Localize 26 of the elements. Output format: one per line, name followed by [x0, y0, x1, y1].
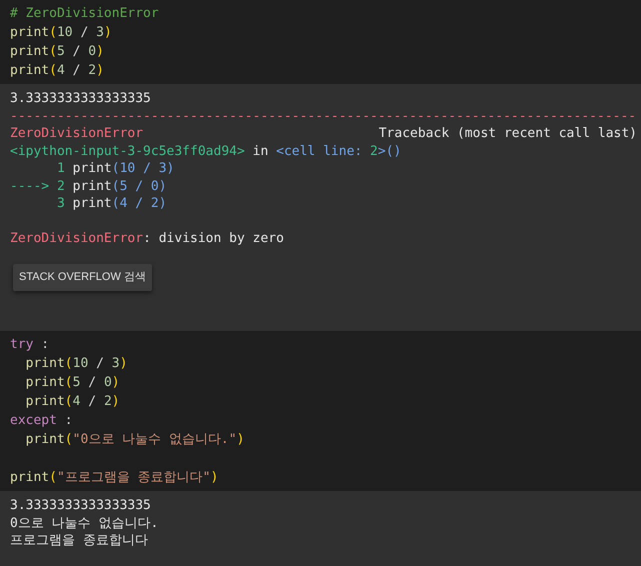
output-line: 3 print(4 / 2)	[56, 195, 167, 212]
code-cell[interactable]: try : print(10 / 3) print(5 / 0) print(4 / 2) except : print("0으로 나눌수 없습니다.") print("프로그램을 종료합니다")	[0, 331, 641, 491]
code-line: except :	[10, 412, 73, 430]
output-line: 0으로 나눌수 없습니다.	[10, 514, 158, 532]
output-line: 3.3333333333333335	[10, 497, 151, 514]
code-line: print(10 / 3)	[24, 355, 128, 373]
code-line: try :	[10, 336, 50, 354]
output-line: 1 print(10 / 3)	[56, 160, 174, 178]
code-line: # ZeroDivisionError	[10, 5, 159, 23]
code-line: print("프로그램을 종료합니다")	[10, 469, 218, 487]
output-line: ZeroDivisionError	[10, 125, 144, 142]
code-line: print(4 / 2)	[10, 62, 104, 80]
code-line: print(5 / 0)	[10, 43, 104, 61]
output-line: 3.3333333333333335	[10, 90, 151, 108]
output-line: <ipython-input-3-9c5e3ff0ad94> in <cell line: 2>()	[10, 142, 402, 160]
code-cell[interactable]: # ZeroDivisionError print(10 / 3) print(5 / 0) print(4 / 2)	[0, 0, 641, 84]
code-line: print(4 / 2)	[24, 393, 120, 411]
code-line: print(10 / 3)	[10, 24, 112, 42]
stack-overflow-search-button[interactable]: STACK OVERFLOW 검색	[13, 264, 152, 291]
output-line: --------------------------------------------------------------------------------	[10, 108, 636, 125]
output-line: ZeroDivisionError: division by zero	[10, 230, 284, 248]
code-line: print(5 / 0)	[24, 374, 120, 392]
code-line: print("0으로 나눌수 없습니다.")	[24, 431, 244, 449]
output-line: Traceback (most recent call last)	[378, 125, 637, 142]
output-line: 프로그램을 종료합니다	[10, 532, 148, 550]
output-line: ----> 2 print(5 / 0)	[10, 178, 167, 195]
